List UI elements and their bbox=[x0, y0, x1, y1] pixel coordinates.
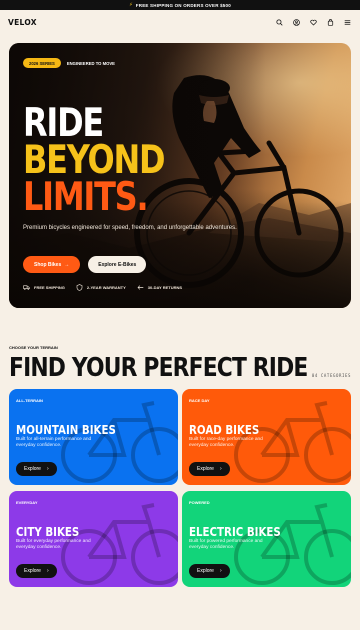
arrow-right-icon: → bbox=[64, 261, 70, 268]
category-description: Built for powered performance and everyd… bbox=[189, 539, 263, 551]
chevron-right-icon: › bbox=[219, 568, 222, 574]
truck-icon bbox=[23, 285, 30, 290]
search-icon[interactable] bbox=[276, 18, 283, 26]
category-description: Built for race-day performance and every… bbox=[189, 437, 263, 449]
category-tag: RACE DAY bbox=[189, 398, 210, 403]
explore-button[interactable]: Explore › bbox=[16, 462, 57, 476]
explore-button[interactable]: Explore › bbox=[16, 564, 57, 578]
account-icon[interactable] bbox=[293, 18, 300, 26]
category-card-electric[interactable]: POWERED ELECTRIC BIKES Built for powered… bbox=[182, 491, 351, 587]
promo-text: FREE SHIPPING ON ORDERS OVER $500 bbox=[135, 2, 231, 8]
category-tag: ALL-TERRAIN bbox=[16, 398, 43, 403]
explore-label: Explore bbox=[24, 466, 41, 472]
bolt-icon: ⚡ bbox=[129, 2, 133, 8]
brand-logo[interactable]: VELOX bbox=[8, 18, 37, 27]
perk-returns-label: 30-DAY RETURNS bbox=[147, 285, 183, 290]
hero-headline: RIDE BEYOND LIMITS. bbox=[23, 101, 166, 220]
perk-returns: 30-DAY RETURNS bbox=[137, 284, 182, 291]
category-title: ROAD BIKES bbox=[189, 422, 260, 437]
explore-label: Explore bbox=[197, 568, 214, 574]
chevron-right-icon: › bbox=[219, 466, 222, 472]
nav-icons bbox=[276, 18, 351, 26]
category-card-road[interactable]: RACE DAY ROAD BIKES Built for race-day p… bbox=[182, 389, 351, 485]
section-title: FIND YOUR PERFECT RIDE bbox=[9, 353, 308, 383]
perk-warranty: 2-YEAR WARRANTY bbox=[76, 284, 126, 291]
headline-line-2: BEYOND bbox=[23, 138, 166, 183]
hero-perks: FREE SHIPPING 2-YEAR WARRANTY 30-DAY RET… bbox=[23, 284, 182, 291]
cart-icon[interactable] bbox=[327, 18, 334, 26]
promo-banner: ⚡ FREE SHIPPING ON ORDERS OVER $500 bbox=[0, 0, 360, 10]
shop-bikes-label: Shop Bikes bbox=[34, 261, 62, 268]
explore-button[interactable]: Explore › bbox=[189, 564, 230, 578]
category-tag: EVERYDAY bbox=[16, 500, 38, 505]
hero-badge-row: 2026 SERIES ENGINEERED TO MOVE bbox=[23, 58, 115, 68]
headline-line-1: RIDE bbox=[23, 101, 104, 146]
perk-shipping-label: FREE SHIPPING bbox=[34, 285, 65, 290]
terrain-section-header: CHOOSE YOUR TERRAIN FIND YOUR PERFECT RI… bbox=[9, 345, 351, 383]
category-title: CITY BIKES bbox=[16, 524, 80, 539]
badge-caption: ENGINEERED TO MOVE bbox=[66, 60, 115, 66]
category-title: MOUNTAIN BIKES bbox=[16, 422, 116, 437]
menu-icon[interactable] bbox=[344, 19, 351, 26]
terrain-eyebrow: CHOOSE YOUR TERRAIN bbox=[9, 345, 58, 350]
shield-icon bbox=[76, 284, 83, 291]
hero-cta-row: Shop Bikes → Explore E-Bikes bbox=[23, 256, 147, 273]
category-card-mountain[interactable]: ALL-TERRAIN MOUNTAIN BIKES Built for all… bbox=[9, 389, 178, 485]
return-arrow-icon bbox=[137, 285, 144, 290]
heart-icon[interactable] bbox=[310, 19, 317, 26]
explore-label: Explore bbox=[197, 466, 214, 472]
category-card-city[interactable]: EVERYDAY CITY BIKES Built for everyday p… bbox=[9, 491, 178, 587]
category-description: Built for everyday performance and every… bbox=[16, 539, 91, 551]
top-nav: VELOX bbox=[0, 10, 360, 34]
category-count: 04 CATEGORIES bbox=[311, 373, 351, 378]
category-tag: POWERED bbox=[189, 500, 210, 505]
series-badge: 2026 SERIES bbox=[23, 58, 61, 68]
perk-warranty-label: 2-YEAR WARRANTY bbox=[86, 285, 126, 290]
headline-line-3: LIMITS. bbox=[23, 175, 149, 220]
explore-button[interactable]: Explore › bbox=[189, 462, 230, 476]
hero-subtitle: Premium bicycles engineered for speed, f… bbox=[23, 225, 237, 231]
shop-bikes-button[interactable]: Shop Bikes → bbox=[23, 256, 81, 273]
chevron-right-icon: › bbox=[46, 568, 49, 574]
explore-label: Explore bbox=[24, 568, 41, 574]
chevron-right-icon: › bbox=[46, 466, 49, 472]
category-title: ELECTRIC BIKES bbox=[189, 524, 281, 539]
category-description: Built for all-terrain performance and ev… bbox=[16, 437, 92, 449]
hero-banner: 2026 SERIES ENGINEERED TO MOVE RIDE BEYO… bbox=[9, 43, 351, 308]
explore-ebikes-button[interactable]: Explore E-Bikes bbox=[88, 256, 147, 273]
perk-shipping: FREE SHIPPING bbox=[23, 284, 65, 291]
explore-ebikes-label: Explore E-Bikes bbox=[98, 261, 137, 268]
